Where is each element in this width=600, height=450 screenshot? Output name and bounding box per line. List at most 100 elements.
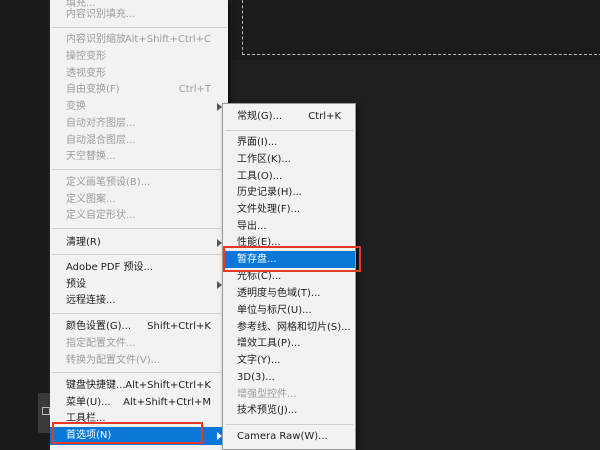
menu-item-presets[interactable]: 预设: [50, 276, 228, 293]
menu-item-label: 操控变形: [66, 51, 106, 62]
menu-item-perspective-warp[interactable]: 透视变形: [50, 65, 228, 82]
menu-item-label: 清理(R): [66, 237, 101, 248]
menu-item-label: 性能(E)...: [237, 237, 281, 248]
separator: [52, 169, 226, 170]
separator: [52, 372, 226, 373]
submenu-item-general[interactable]: 常规(G)... Ctrl+K: [223, 108, 355, 125]
menu-item-menus[interactable]: 菜单(U)... Alt+Shift+Ctrl+M: [50, 394, 228, 411]
menu-item-puppet-warp[interactable]: 操控变形: [50, 48, 228, 65]
submenu-item-3d[interactable]: 3D(3)...: [223, 369, 355, 386]
submenu-item-plugins[interactable]: 增效工具(P)...: [223, 335, 355, 352]
submenu-item-transparency-gamut[interactable]: 透明度与色域(T)...: [223, 285, 355, 302]
submenu-item-cursors[interactable]: 光标(C)...: [223, 268, 355, 285]
separator: [52, 27, 226, 28]
submenu-item-units-rulers[interactable]: 单位与标尺(U)...: [223, 302, 355, 319]
menu-item-free-transform[interactable]: 自由变换(F) Ctrl+T: [50, 81, 228, 98]
edit-menu: 填充... 内容识别填充... 内容识别缩放 Alt+Shift+Ctrl+C …: [50, 0, 228, 450]
menu-item-content-aware-fill[interactable]: 内容识别填充...: [50, 6, 228, 23]
menu-item-label: 透明度与色域(T)...: [237, 288, 321, 299]
menu-item-label: 首选项(N): [66, 430, 112, 441]
menu-item-label: 工具栏...: [66, 413, 106, 424]
menu-item-shortcut: Shift+Ctrl+K: [147, 321, 211, 332]
menu-item-adobe-pdf-presets[interactable]: Adobe PDF 预设...: [50, 259, 228, 276]
menu-item-label: 颜色设置(G)...: [66, 321, 132, 332]
menu-item-label: 定义图案...: [66, 194, 116, 205]
separator: [225, 130, 353, 131]
separator: [52, 228, 226, 229]
menu-item-color-settings[interactable]: 颜色设置(G)... Shift+Ctrl+K: [50, 318, 228, 335]
menu-item-sky-replacement[interactable]: 天空替换...: [50, 148, 228, 165]
submenu-item-performance[interactable]: 性能(E)...: [223, 234, 355, 251]
menu-item-assign-profile[interactable]: 指定配置文件...: [50, 335, 228, 352]
menu-item-label: 工作区(K)...: [237, 154, 291, 165]
menu-item-define-custom-shape[interactable]: 定义自定形状...: [50, 207, 228, 224]
preferences-submenu: 常规(G)... Ctrl+K 界面(I)... 工作区(K)... 工具(O)…: [222, 103, 356, 450]
submenu-item-export[interactable]: 导出...: [223, 218, 355, 235]
menu-item-label: 自由变换(F): [66, 84, 120, 95]
menu-item-shortcut: Alt+Shift+Ctrl+C: [124, 34, 211, 45]
menu-item-label: 转换为配置文件(V)...: [66, 355, 161, 366]
menu-item-label: 技术预览(J)...: [237, 405, 298, 416]
menu-item-label: 常规(G)...: [237, 111, 283, 122]
menu-item-label: 文字(Y)...: [237, 355, 281, 366]
menu-item-define-brush-preset[interactable]: 定义画笔预设(B)...: [50, 174, 228, 191]
menu-item-label: 导出...: [237, 221, 267, 232]
submenu-item-history-log[interactable]: 历史记录(H)...: [223, 184, 355, 201]
submenu-item-scratch-disks[interactable]: 暂存盘...: [223, 251, 355, 268]
menu-item-keyboard-shortcuts[interactable]: 键盘快捷键... Alt+Shift+Ctrl+K: [50, 377, 228, 394]
separator: [52, 254, 226, 255]
menu-item-label: 暂存盘...: [237, 254, 277, 265]
menu-item-preferences[interactable]: 首选项(N): [50, 427, 228, 445]
menu-item-label: 单位与标尺(U)...: [237, 305, 312, 316]
menu-item-auto-blend-layers[interactable]: 自动混合图层...: [50, 132, 228, 149]
submenu-item-file-handling[interactable]: 文件处理(F)...: [223, 201, 355, 218]
submenu-item-tools[interactable]: 工具(O)...: [223, 168, 355, 185]
menu-item-label: 文件处理(F)...: [237, 204, 301, 215]
menu-item-label: 增效工具(P)...: [237, 338, 301, 349]
menu-item-shortcut: Ctrl+T: [178, 84, 211, 95]
submenu-item-interface[interactable]: 界面(I)...: [223, 134, 355, 151]
menu-item-label: 增强型控件...: [237, 389, 297, 400]
submenu-item-enhanced-controls[interactable]: 增强型控件...: [223, 386, 355, 403]
menu-item-transform[interactable]: 变换: [50, 98, 228, 115]
submenu-item-camera-raw[interactable]: Camera Raw(W)...: [223, 428, 355, 445]
submenu-item-workspace[interactable]: 工作区(K)...: [223, 151, 355, 168]
menu-item-label: 历史记录(H)...: [237, 187, 302, 198]
menu-item-label: 远程连接...: [66, 295, 116, 306]
canvas-selection-border: [242, 0, 600, 55]
menu-item-label: 透视变形: [66, 68, 106, 79]
menu-item-remote-connections[interactable]: 远程连接...: [50, 292, 228, 309]
menu-item-shortcut: Alt+Shift+Ctrl+M: [123, 397, 211, 408]
menu-item-label: 自动混合图层...: [66, 135, 136, 146]
left-panel-strip: [0, 0, 48, 450]
menu-item-purge[interactable]: 清理(R): [50, 234, 228, 251]
menu-item-label: 工具(O)...: [237, 171, 283, 182]
menu-item-define-pattern[interactable]: 定义图案...: [50, 191, 228, 208]
submenu-item-technology-previews[interactable]: 技术预览(J)...: [223, 402, 355, 419]
menu-item-label: Camera Raw(W)...: [237, 431, 328, 442]
menu-item-auto-align-layers[interactable]: 自动对齐图层...: [50, 115, 228, 132]
submenu-item-guides-grid-slices[interactable]: 参考线、网格和切片(S)...: [223, 319, 355, 336]
menu-item-label: 变换: [66, 101, 86, 112]
menu-item-content-aware-scale[interactable]: 内容识别缩放 Alt+Shift+Ctrl+C: [50, 31, 228, 48]
separator: [225, 424, 353, 425]
menu-item-shortcut: Alt+Shift+Ctrl+K: [125, 380, 211, 391]
menu-item-label: 指定配置文件...: [66, 338, 136, 349]
menu-item-toolbar[interactable]: 工具栏...: [50, 410, 228, 427]
menu-item-label: 定义画笔预设(B)...: [66, 177, 151, 188]
menu-item-label: 菜单(U)...: [66, 397, 111, 408]
menu-item-label: 3D(3)...: [237, 372, 275, 383]
menu-item-label: 键盘快捷键...: [66, 380, 126, 391]
menu-item-label: 参考线、网格和切片(S)...: [237, 322, 351, 333]
menu-item-label: 内容识别缩放: [66, 34, 126, 45]
menu-item-convert-to-profile[interactable]: 转换为配置文件(V)...: [50, 352, 228, 369]
submenu-item-type[interactable]: 文字(Y)...: [223, 352, 355, 369]
menu-item-label: 光标(C)...: [237, 271, 282, 282]
menu-item-label: 天空替换...: [66, 151, 116, 162]
menu-item-label: 内容识别填充...: [66, 9, 136, 20]
menu-item-label: 界面(I)...: [237, 137, 278, 148]
menu-item-label: Adobe PDF 预设...: [66, 262, 154, 273]
menu-item-label: 预设: [66, 279, 86, 290]
menu-item-shortcut: Ctrl+K: [308, 111, 341, 122]
menu-item-label: 定义自定形状...: [66, 210, 136, 221]
